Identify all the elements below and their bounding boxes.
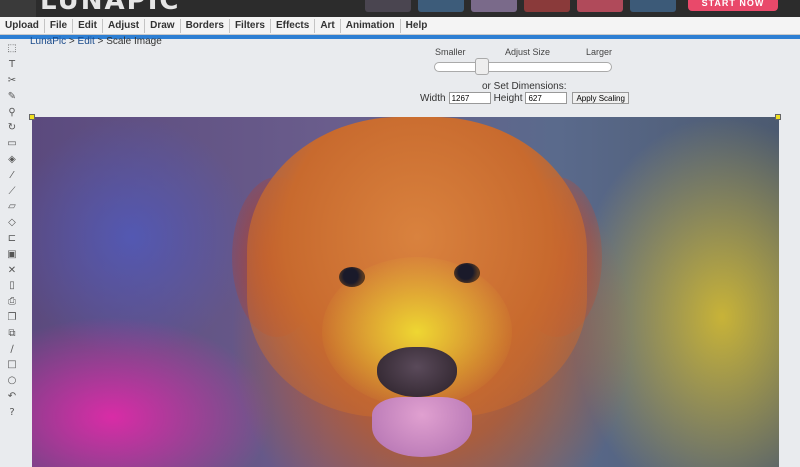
photo-region — [372, 397, 472, 457]
breadcrumb-edit-link[interactable]: Edit — [78, 36, 95, 47]
size-slider-handle[interactable] — [475, 58, 489, 75]
breadcrumb-current: Scale Image — [106, 36, 162, 47]
photo-region — [377, 347, 457, 397]
layers-icon[interactable]: ❐ — [4, 310, 20, 326]
menu-upload[interactable]: Upload — [0, 18, 45, 33]
banner-thumbnail[interactable] — [577, 0, 623, 12]
help-icon[interactable]: ? — [4, 404, 20, 420]
menu-animation[interactable]: Animation — [341, 18, 401, 33]
banner-thumbnail[interactable] — [365, 0, 411, 12]
paint-bucket-icon[interactable]: ◈ — [4, 152, 20, 168]
logo[interactable]: LUNAPIC — [40, 0, 180, 16]
breadcrumb-separator: > — [94, 36, 107, 47]
photo-region — [454, 263, 480, 283]
close-icon[interactable]: ✕ — [4, 262, 20, 278]
copy-icon[interactable]: ⧉ — [4, 325, 20, 341]
eraser-icon[interactable]: ◇ — [4, 215, 20, 231]
select-icon[interactable]: ⬚ — [4, 41, 20, 57]
photo-region — [339, 267, 365, 287]
scissors-icon[interactable]: ✂ — [4, 73, 20, 89]
menu-filters[interactable]: Filters — [230, 18, 271, 33]
menu-borders[interactable]: Borders — [181, 18, 230, 33]
logo-mark-icon — [0, 0, 36, 17]
set-dimensions-label: or Set Dimensions: — [482, 81, 567, 92]
smaller-label: Smaller — [435, 47, 466, 57]
text-icon[interactable]: T — [4, 57, 20, 73]
apply-scaling-button[interactable]: Apply Scaling — [572, 92, 629, 104]
width-input[interactable] — [448, 92, 491, 104]
tool-palette: ⬚ T ✂ ✎ ⚲ ↻ ▭ ◈ ⁄ ⟋ ▱ ◇ ⊏ ▣ ✕ ▯ ⎙ ❐ ⧉ ∕ □ ○ ↶? — [4, 41, 22, 420]
brush-icon[interactable]: ⟋ — [4, 183, 20, 199]
crop-icon[interactable]: ▭ — [4, 136, 20, 152]
banner-thumbnail[interactable] — [630, 0, 676, 12]
menu-help[interactable]: Help — [401, 19, 433, 33]
menu-edit[interactable]: Edit — [73, 18, 104, 33]
undo-icon[interactable]: ↶ — [4, 389, 20, 405]
menu-adjust[interactable]: Adjust — [103, 18, 146, 33]
menu-effects[interactable]: Effects — [271, 18, 316, 33]
breadcrumb: LunaPic > Edit > Scale Image — [30, 36, 162, 47]
print-icon[interactable]: ⎙ — [4, 294, 20, 310]
rectangle-icon[interactable]: □ — [4, 357, 20, 373]
folder-icon[interactable]: ▱ — [4, 199, 20, 215]
save-icon[interactable]: ▣ — [4, 246, 20, 262]
adjust-size-label: Adjust Size — [505, 47, 551, 57]
eyedropper-icon[interactable]: ⁄ — [4, 167, 20, 183]
resize-handle-top-left[interactable] — [29, 114, 35, 120]
menu-draw[interactable]: Draw — [145, 18, 181, 33]
menu-file[interactable]: File — [45, 18, 74, 33]
larger-label: Larger — [586, 47, 613, 57]
height-label: Height — [493, 92, 523, 104]
start-now-button[interactable]: START NOW — [688, 0, 778, 11]
top-banner: LUNAPIC START NOW — [0, 0, 800, 17]
image-canvas[interactable] — [32, 117, 779, 467]
height-input[interactable] — [525, 92, 568, 104]
width-label: Width — [420, 92, 446, 104]
breadcrumb-separator: > — [66, 36, 78, 47]
open-folder-icon[interactable]: ⊏ — [4, 231, 20, 247]
menu-art[interactable]: Art — [315, 18, 341, 33]
resize-handle-top-right[interactable] — [775, 114, 781, 120]
rotate-icon[interactable]: ↻ — [4, 120, 20, 136]
banner-thumbnail[interactable] — [471, 0, 517, 12]
line-icon[interactable]: ∕ — [4, 341, 20, 357]
menu-bar: Upload File Edit Adjust Draw Borders Fil… — [0, 17, 800, 35]
magnify-icon[interactable]: ⚲ — [4, 104, 20, 120]
pencil-icon[interactable]: ✎ — [4, 88, 20, 104]
circle-icon[interactable]: ○ — [4, 373, 20, 389]
banner-thumbnail[interactable] — [524, 0, 570, 12]
size-slider-track[interactable] — [434, 62, 612, 72]
new-file-icon[interactable]: ▯ — [4, 278, 20, 294]
banner-thumbnail[interactable] — [418, 0, 464, 12]
dimensions-row: Width Height Apply Scaling — [420, 92, 629, 104]
breadcrumb-home-link[interactable]: LunaPic — [30, 36, 66, 47]
